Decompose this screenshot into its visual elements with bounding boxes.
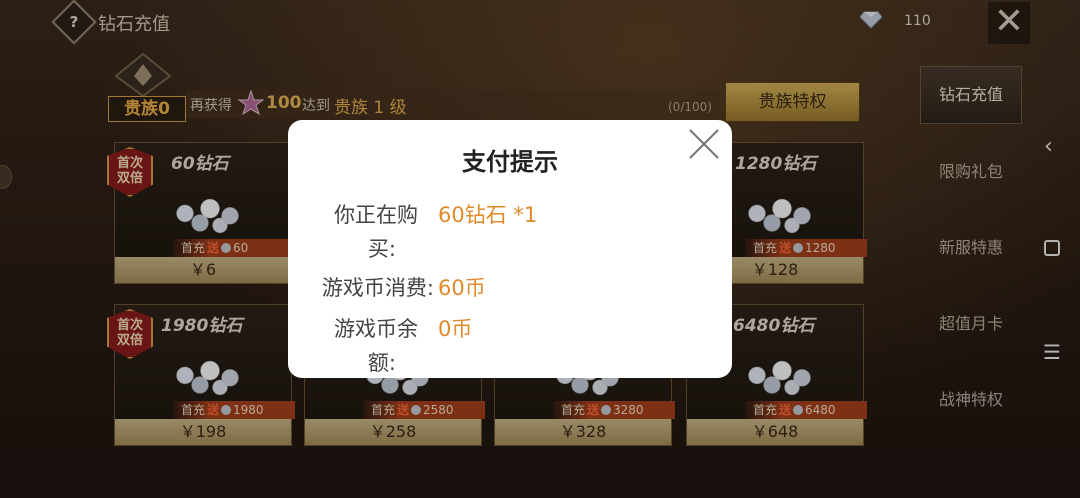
purchase-item-label: 你正在购 买:	[334, 203, 418, 261]
coin-balance-label: 游戏币余 额:	[334, 317, 418, 375]
coin-balance-value: 0币	[438, 317, 473, 341]
dialog-title: 支付提示	[462, 148, 558, 176]
coin-cost-value: 60币	[438, 276, 486, 300]
close-icon[interactable]	[686, 126, 722, 162]
coin-cost-label: 游戏币消费:	[321, 276, 434, 300]
payment-dialog: 支付提示 你正在购 买: 60钻石 *1 游戏币消费: 60币 游戏币余 额: 0币	[288, 120, 732, 378]
purchase-item-value: 60钻石 *1	[438, 203, 538, 227]
